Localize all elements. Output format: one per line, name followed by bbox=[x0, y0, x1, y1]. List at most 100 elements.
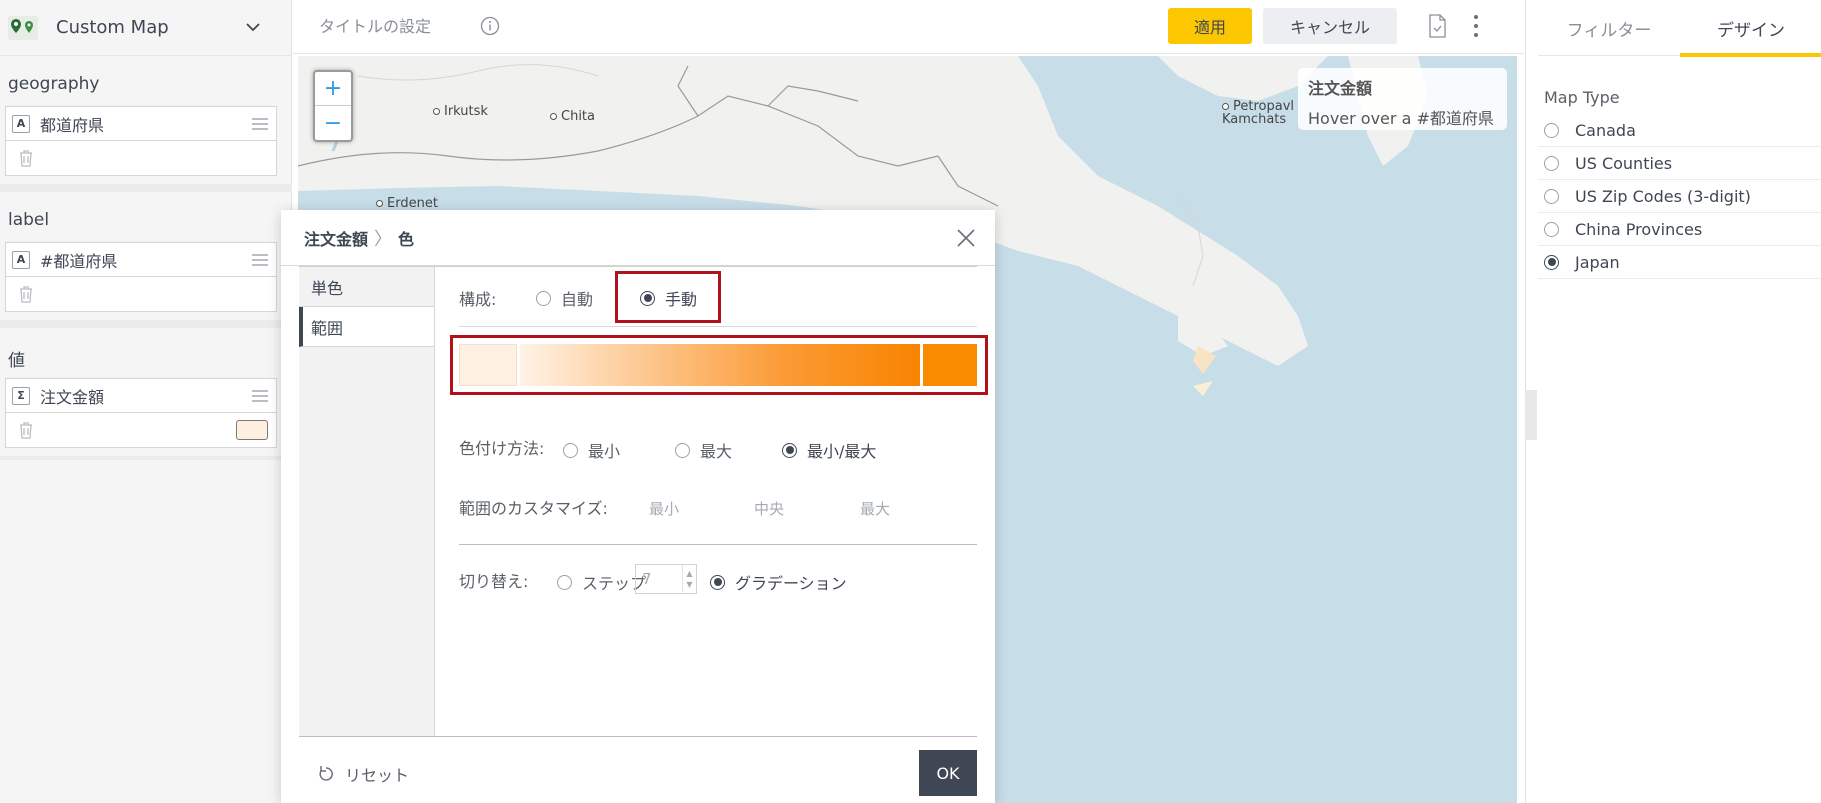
field-pill[interactable]: A #都道府県 bbox=[6, 243, 276, 277]
text-type-icon: A bbox=[12, 250, 30, 269]
map-type-name: Canada bbox=[1575, 120, 1636, 140]
stepper-arrows-icon[interactable]: ▲ ▼ bbox=[682, 565, 696, 593]
close-icon[interactable] bbox=[956, 228, 976, 248]
sidebar-item-range[interactable]: 範囲 bbox=[299, 307, 434, 347]
map-type-name: US Zip Codes (3-digit) bbox=[1575, 186, 1751, 206]
section-divider bbox=[0, 456, 292, 460]
coloring-max-option[interactable]: 最大 bbox=[675, 438, 732, 462]
range-mid-input[interactable]: 中央 bbox=[754, 498, 784, 519]
radio-button[interactable] bbox=[536, 290, 551, 306]
map-city-label: Petropavl Kamchats bbox=[1222, 99, 1295, 127]
map-type-option[interactable]: China Provinces bbox=[1538, 213, 1821, 246]
map-type-option-selected[interactable]: Japan bbox=[1538, 246, 1821, 279]
radio-button-selected[interactable] bbox=[1544, 254, 1559, 270]
tab-design[interactable]: デザイン bbox=[1680, 0, 1821, 57]
apply-button[interactable]: 適用 bbox=[1168, 8, 1252, 44]
sidebar-item-single-color[interactable]: 単色 bbox=[299, 267, 434, 307]
step-count-value[interactable]: 7 bbox=[636, 570, 682, 588]
trash-icon[interactable] bbox=[18, 285, 34, 303]
field-name: #都道府県 bbox=[40, 251, 118, 271]
zoom-control: + − bbox=[313, 70, 353, 142]
option-label: 自動 bbox=[561, 290, 594, 309]
breadcrumb-measure[interactable]: 注文金額 bbox=[304, 226, 368, 250]
field-name: 注文金額 bbox=[40, 387, 105, 407]
divider bbox=[299, 736, 977, 737]
map-type-name: China Provinces bbox=[1575, 219, 1703, 239]
more-options-icon[interactable] bbox=[1473, 15, 1479, 37]
tab-filter[interactable]: フィルター bbox=[1538, 0, 1680, 56]
gradient-preview bbox=[520, 344, 920, 386]
text-type-icon: A bbox=[12, 114, 30, 133]
radio-button[interactable] bbox=[1544, 188, 1559, 204]
range-customize-label: 範囲のカスタマイズ: bbox=[459, 499, 608, 518]
color-gradient-bar[interactable] bbox=[459, 344, 977, 386]
drag-handle-icon[interactable] bbox=[252, 254, 268, 266]
option-label: 最大 bbox=[700, 442, 733, 461]
trash-icon[interactable] bbox=[18, 421, 34, 439]
range-min-input[interactable]: 最小 bbox=[649, 498, 679, 519]
map-type-option[interactable]: US Zip Codes (3-digit) bbox=[1538, 180, 1821, 213]
section-label-value: 値 bbox=[8, 351, 25, 371]
composition-auto-option[interactable]: 自動 bbox=[536, 286, 593, 310]
switch-gradient-option[interactable]: グラデーション bbox=[710, 570, 847, 594]
info-icon[interactable] bbox=[480, 16, 500, 36]
zoom-in-button[interactable]: + bbox=[315, 72, 351, 106]
radio-button[interactable] bbox=[1544, 155, 1559, 171]
drag-handle-icon[interactable] bbox=[252, 390, 268, 402]
switch-label: 切り替え: bbox=[459, 572, 529, 591]
radio-button[interactable] bbox=[1544, 122, 1559, 138]
map-type-list: Canada US Counties US Zip Codes (3-digit… bbox=[1538, 114, 1821, 279]
viz-selector[interactable]: Custom Map bbox=[0, 0, 291, 56]
field-well-geography[interactable]: A 都道府県 bbox=[5, 106, 277, 176]
composition-label: 構成: bbox=[459, 290, 497, 309]
highlight-box bbox=[615, 271, 721, 323]
map-type-name: US Counties bbox=[1575, 153, 1673, 173]
step-count-stepper[interactable]: 7 ▲ ▼ bbox=[635, 564, 697, 594]
field-well-label[interactable]: A #都道府県 bbox=[5, 242, 277, 312]
reset-label: リセット bbox=[345, 766, 410, 785]
radio-button[interactable] bbox=[1544, 221, 1559, 237]
export-document-icon[interactable] bbox=[1427, 14, 1447, 38]
map-city-label: Erdenet bbox=[376, 196, 438, 211]
trash-icon[interactable] bbox=[18, 149, 34, 167]
coloring-method-label: 色付け方法: bbox=[459, 439, 545, 458]
zoom-out-button[interactable]: − bbox=[315, 106, 351, 140]
coloring-minmax-option[interactable]: 最小/最大 bbox=[782, 438, 876, 462]
collapse-handle[interactable] bbox=[1525, 390, 1537, 440]
map-type-option[interactable]: Canada bbox=[1538, 114, 1821, 147]
radio-button-selected[interactable] bbox=[782, 442, 797, 458]
chevron-down-icon[interactable] bbox=[241, 16, 265, 40]
breadcrumb-color: 色 bbox=[398, 229, 415, 249]
map-type-option[interactable]: US Counties bbox=[1538, 147, 1821, 180]
radio-button[interactable] bbox=[563, 442, 578, 458]
map-tooltip: 注文金額 Hover over a #都道府県 bbox=[1298, 68, 1507, 130]
max-color-swatch[interactable] bbox=[923, 344, 977, 386]
title-input[interactable]: タイトルの設定 bbox=[319, 13, 431, 37]
option-label: グラデーション bbox=[735, 574, 847, 593]
ok-button[interactable]: OK bbox=[919, 750, 977, 796]
section-label-label: label bbox=[8, 210, 50, 230]
color-swatch[interactable] bbox=[236, 420, 268, 440]
color-settings-dialog: 注文金額 〉 色 単色 範囲 構成: 自動 手動 色付け方法: 最小 最大 最小… bbox=[281, 210, 995, 803]
switch-step-option[interactable]: ステップ bbox=[557, 570, 646, 594]
divider bbox=[459, 544, 977, 545]
field-well-value[interactable]: Σ 注文金額 bbox=[5, 378, 277, 448]
field-pill[interactable]: A 都道府県 bbox=[6, 107, 276, 141]
radio-button[interactable] bbox=[557, 574, 572, 590]
field-pill[interactable]: Σ 注文金額 bbox=[6, 379, 276, 413]
drop-zone[interactable] bbox=[6, 277, 276, 311]
viz-title: Custom Map bbox=[56, 17, 169, 38]
drag-handle-icon[interactable] bbox=[252, 118, 268, 130]
divider bbox=[459, 326, 977, 327]
drop-zone[interactable] bbox=[6, 413, 276, 447]
section-divider bbox=[0, 184, 292, 192]
range-max-input[interactable]: 最大 bbox=[860, 498, 890, 519]
radio-button[interactable] bbox=[675, 442, 690, 458]
drop-zone[interactable] bbox=[6, 141, 276, 175]
design-panel: フィルター デザイン Map Type Canada US Counties U… bbox=[1525, 0, 1821, 803]
radio-button-selected[interactable] bbox=[710, 574, 725, 590]
coloring-min-option[interactable]: 最小 bbox=[563, 438, 620, 462]
reset-button[interactable]: リセット bbox=[317, 762, 409, 786]
min-color-swatch[interactable] bbox=[459, 344, 517, 386]
cancel-button[interactable]: キャンセル bbox=[1263, 8, 1397, 44]
